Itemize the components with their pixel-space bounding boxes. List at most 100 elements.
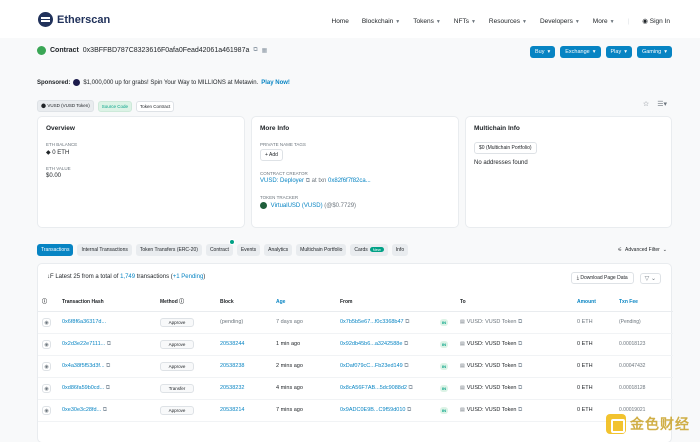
eye-icon[interactable]: ◉ [42,361,51,371]
tab-cards[interactable]: Cards New [350,244,388,256]
token-tag[interactable]: ⬤ VUSD (VUSD Token) [37,100,94,112]
from-link[interactable]: 0x9ADC0E9B...C9f59d010 [340,407,405,413]
col-age[interactable]: Age [272,293,336,312]
from-link[interactable]: 0xDaf079cC...Fb23ed149 [340,363,403,369]
copy-icon[interactable]: ⧉ [253,47,257,54]
eye-icon[interactable]: ◉ [42,317,51,327]
to-link[interactable]: VUSD: VUSD Token [467,319,517,325]
table-row: ◉ 0xe30e3c28fd... ⧉ Approve 20538214 7 m… [38,399,673,422]
filter-dropdown-button[interactable]: ▽ ⌄ [639,272,661,284]
list-menu-icon[interactable]: ☰▾ [657,100,667,108]
eye-icon[interactable]: ◉ [42,405,51,415]
tab-events[interactable]: Events [236,244,261,256]
header-right-icons: ☆ ☰▾ [643,100,667,108]
age-value: 7 mins ago [276,407,303,413]
block-link[interactable]: 20538238 [220,363,244,369]
copy-icon[interactable]: ⧉ [407,407,411,413]
gaming-button[interactable]: Gaming ▾ [636,46,672,58]
copy-icon[interactable]: ⧉ [405,319,409,325]
buy-button[interactable]: Buy ▾ [530,46,556,58]
nav-resources[interactable]: Resources ▼ [489,18,527,25]
copy-icon[interactable]: ⧉ [518,407,522,413]
sponsored-banner: Sponsored: $1,000,000 up for grabs! Spin… [37,79,290,86]
to-link[interactable]: VUSD: VUSD Token [467,407,517,413]
token-contract-tag[interactable]: Token Contract [136,100,175,112]
eye-icon[interactable]: ◉ [42,339,51,349]
contract-creator-label: CONTRACT CREATOR [260,171,308,176]
copy-icon[interactable]: ⧉ [107,341,111,347]
copy-icon[interactable]: ⧉ [409,385,413,391]
copy-icon[interactable]: ⧉ [106,385,110,391]
copy-icon[interactable]: ⧉ [518,385,522,391]
copy-icon[interactable]: ⧉ [518,363,522,369]
age-value: 1 min ago [276,341,301,347]
txn-hash-link[interactable]: 0x6f8f6a36317d... [62,319,106,325]
play-now-link[interactable]: Play Now! [261,80,290,86]
watermark-text: 金色财经 [630,416,690,432]
star-icon[interactable]: ☆ [643,100,649,108]
to-link[interactable]: VUSD: VUSD Token [467,385,517,391]
copy-icon[interactable]: ⧉ [404,363,408,369]
nav-nfts[interactable]: NFTs ▼ [454,18,476,25]
creator-link[interactable]: VUSD: Deployer [260,178,304,184]
eth-balance-label: ETH BALANCE [46,142,78,147]
age-value: 7 days ago [276,319,303,325]
sign-in-link[interactable]: ◉ Sign In [642,17,670,25]
to-link[interactable]: VUSD: VUSD Token [467,341,517,347]
nav-tokens[interactable]: Tokens ▼ [413,18,441,25]
block-link[interactable]: 20538244 [220,341,244,347]
col-txn-fee[interactable]: Txn Fee [615,293,673,312]
txn-hash-link[interactable]: 0xe30e3c28fd... [62,407,101,413]
from-link[interactable]: 0x92db45b6...a3242588e [340,341,402,347]
block-link[interactable]: 20538232 [220,385,244,391]
copy-icon[interactable]: ⧉ [103,407,107,413]
col-info: ⓘ [38,293,58,312]
copy-icon[interactable]: ⧉ [306,178,310,184]
txn-hash-link[interactable]: 0x4a38f5f53d3f... [62,363,105,369]
nav-more[interactable]: More ▼ [593,18,615,25]
creator-txn-link[interactable]: 0x82f6f7f82ca... [328,178,371,184]
play-button[interactable]: Play ▾ [605,46,632,58]
txn-total-link[interactable]: 1,749 [120,274,135,280]
overview-title: Overview [46,125,75,132]
pending-link[interactable]: +1 Pending [173,274,204,280]
copy-icon[interactable]: ⧉ [404,341,408,347]
source-code-tag[interactable]: Source Code [97,100,133,112]
eth-balance-value: ◆ 0 ETH [46,150,70,156]
advanced-filter-button[interactable]: ⚟ Advanced Filter ⌄ [618,247,667,253]
etherscan-logo[interactable]: Etherscan [38,12,110,27]
eye-icon[interactable]: ◉ [42,383,51,393]
tab-info[interactable]: Info [391,244,409,256]
tab-contract[interactable]: Contract [205,239,235,256]
nav-home[interactable]: Home [332,18,349,25]
token-tracker-link[interactable]: VirtualUSD (VUSD) [271,203,323,209]
col-amount[interactable]: Amount [573,293,615,312]
txn-hash-link[interactable]: 0x2d3e22e7111... [62,341,105,347]
txn-hash-link[interactable]: 0xd86fa59b0cd... [62,385,104,391]
exchange-button[interactable]: Exchange ▾ [560,46,601,58]
from-link[interactable]: 0x7b5b5e67...f0c3368b47 [340,319,404,325]
tab-internal-transactions[interactable]: Internal Transactions [77,244,132,256]
tab-multichain-portfolio[interactable]: Multichain Portfolio [296,244,347,256]
vusd-token-icon [260,202,267,209]
copy-icon[interactable]: ⧉ [106,363,110,369]
direction-badge: IN [440,406,448,414]
nav-developers[interactable]: Developers ▼ [540,18,580,25]
copy-icon[interactable]: ⧉ [518,341,522,347]
tab-analytics[interactable]: Analytics [264,244,293,256]
copy-icon[interactable]: ⧉ [518,319,522,325]
contract-tags: ⬤ VUSD (VUSD Token) Source Code Token Co… [37,100,175,112]
to-link[interactable]: VUSD: VUSD Token [467,363,517,369]
add-tag-button[interactable]: + Add [260,149,283,161]
nav-blockchain[interactable]: Blockchain ▼ [362,18,400,25]
sort-icon: ↓F [47,274,54,280]
chevron-down-icon: ⌄ [650,275,656,282]
direction-badge: IN [440,340,448,348]
download-page-data-button[interactable]: ⤓ Download Page Data [570,272,634,284]
from-link[interactable]: 0x8cA56F7AB...5dc9088d2 [340,385,407,391]
multichain-portfolio-button[interactable]: $0 (Multichain Portfolio) [474,142,537,154]
tab-token-transfers[interactable]: Token Transfers (ERC-20) [135,244,202,256]
tab-transactions[interactable]: Transactions [37,244,74,256]
block-link[interactable]: 20538214 [220,407,244,413]
qr-code-icon[interactable]: ▦ [262,47,268,54]
